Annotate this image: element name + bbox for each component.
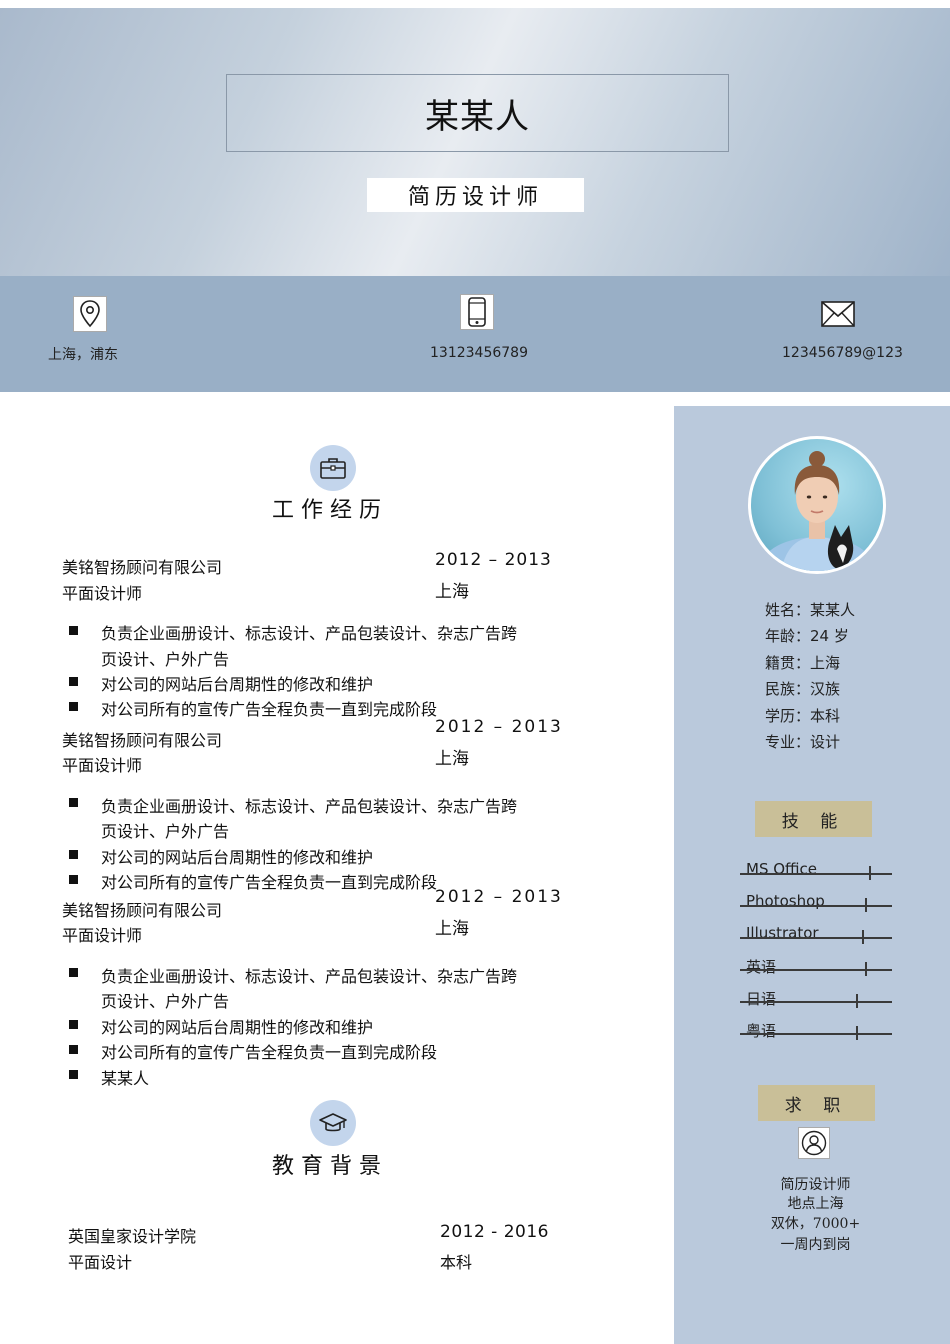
skill-label: 英语: [746, 958, 777, 976]
education-degree: 本科: [440, 1253, 473, 1272]
work-bullet: 负责企业画册设计、标志设计、产品包装设计、杂志广告跨: [101, 797, 518, 816]
work-role: 平面设计师: [62, 926, 143, 945]
work-bullet: 对公司所有的宣传广告全程负责一直到完成阶段: [101, 1043, 438, 1062]
skills-heading: 技 能: [755, 801, 872, 837]
skill-bar: [740, 1001, 892, 1003]
bullet-marker: [69, 798, 78, 807]
skill-label: 粤语: [746, 1022, 777, 1040]
skill-label: Photoshop: [746, 892, 825, 910]
avatar: [748, 436, 886, 574]
bullet-marker: [69, 677, 78, 686]
job-desired-position: 简历设计师: [780, 1177, 851, 1193]
work-company: 美铭智扬顾问有限公司: [62, 558, 223, 577]
work-company: 美铭智扬顾问有限公司: [62, 901, 223, 920]
envelope-icon: [820, 298, 856, 330]
work-bullet: 页设计、户外广告: [101, 650, 230, 669]
job-availability: 一周内到岗: [780, 1237, 851, 1253]
education-date: 2012 - 2016: [440, 1222, 549, 1242]
work-date: 2012 – 2013: [435, 550, 552, 570]
skill-level-marker: [865, 898, 867, 912]
work-bullet: 负责企业画册设计、标志设计、产品包装设计、杂志广告跨: [101, 624, 518, 643]
education-school: 英国皇家设计学院: [68, 1227, 197, 1246]
skill-bar: [740, 1033, 892, 1035]
skill-label: 日语: [746, 990, 777, 1008]
work-date: 2012 – 2013: [435, 887, 563, 907]
skill-level-marker: [856, 994, 858, 1008]
work-bullet: 对公司所有的宣传广告全程负责一直到完成阶段: [101, 873, 438, 892]
work-date: 2012 – 2013: [435, 717, 563, 737]
work-location: 上海: [435, 919, 469, 939]
graduation-cap-icon: [310, 1100, 356, 1146]
job-location: 地点上海: [787, 1196, 844, 1212]
bullet-marker: [69, 1070, 78, 1079]
profile-name: 姓名：某某人: [765, 601, 856, 619]
name-title: 某某人: [226, 74, 729, 152]
profile-ethnicity: 民族：汉族: [765, 680, 841, 698]
contact-email: 123456789@123: [782, 345, 903, 361]
education-section-title: 教育背景: [272, 1154, 389, 1179]
profile-major: 专业：设计: [765, 733, 841, 751]
bullet-marker: [69, 1020, 78, 1029]
bullet-marker: [69, 702, 78, 711]
skill-bar: [740, 905, 892, 907]
education-major: 平面设计: [68, 1253, 133, 1272]
work-bullet: 页设计、户外广告: [101, 992, 230, 1011]
work-location: 上海: [435, 582, 469, 602]
bullet-marker: [69, 875, 78, 884]
skill-label: MS Office: [746, 860, 818, 878]
briefcase-icon: [310, 445, 356, 491]
work-bullet: 对公司的网站后台周期性的修改和维护: [101, 1018, 374, 1037]
profile-education: 学历：本科: [765, 707, 841, 725]
skill-level-marker: [865, 962, 867, 976]
skill-bar: [740, 937, 892, 939]
profile-age: 年龄：24 岁: [765, 627, 849, 645]
mobile-phone-icon: [460, 294, 494, 330]
contact-location: 上海，浦东: [48, 347, 118, 363]
bullet-marker: [69, 1045, 78, 1054]
work-bullet: 某某人: [101, 1069, 150, 1088]
contact-phone: 13123456789: [430, 345, 528, 361]
person-icon: [798, 1127, 830, 1159]
profile-hometown: 籍贯：上海: [765, 654, 841, 672]
job-salary: 双休，7000+: [770, 1216, 861, 1232]
skill-bar: [740, 969, 892, 971]
work-section-title: 工作经历: [272, 498, 389, 523]
work-bullet: 对公司的网站后台周期性的修改和维护: [101, 675, 374, 694]
work-bullet: 对公司的网站后台周期性的修改和维护: [101, 848, 374, 867]
bullet-marker: [69, 626, 78, 635]
location-pin-icon: [73, 296, 107, 332]
work-bullet: 负责企业画册设计、标志设计、产品包装设计、杂志广告跨: [101, 967, 518, 986]
work-location: 上海: [435, 749, 469, 769]
skill-level-marker: [856, 1026, 858, 1040]
job-title-badge: 简历设计师: [367, 178, 584, 212]
bullet-marker: [69, 850, 78, 859]
skill-label: Illustrator: [746, 924, 819, 942]
skill-level-marker: [869, 866, 871, 880]
job-heading: 求 职: [758, 1085, 875, 1121]
bullet-marker: [69, 968, 78, 977]
work-bullet: 页设计、户外广告: [101, 822, 230, 841]
skill-level-marker: [862, 930, 864, 944]
work-role: 平面设计师: [62, 584, 143, 603]
work-role: 平面设计师: [62, 756, 143, 775]
work-bullet: 对公司所有的宣传广告全程负责一直到完成阶段: [101, 700, 438, 719]
work-company: 美铭智扬顾问有限公司: [62, 731, 223, 750]
